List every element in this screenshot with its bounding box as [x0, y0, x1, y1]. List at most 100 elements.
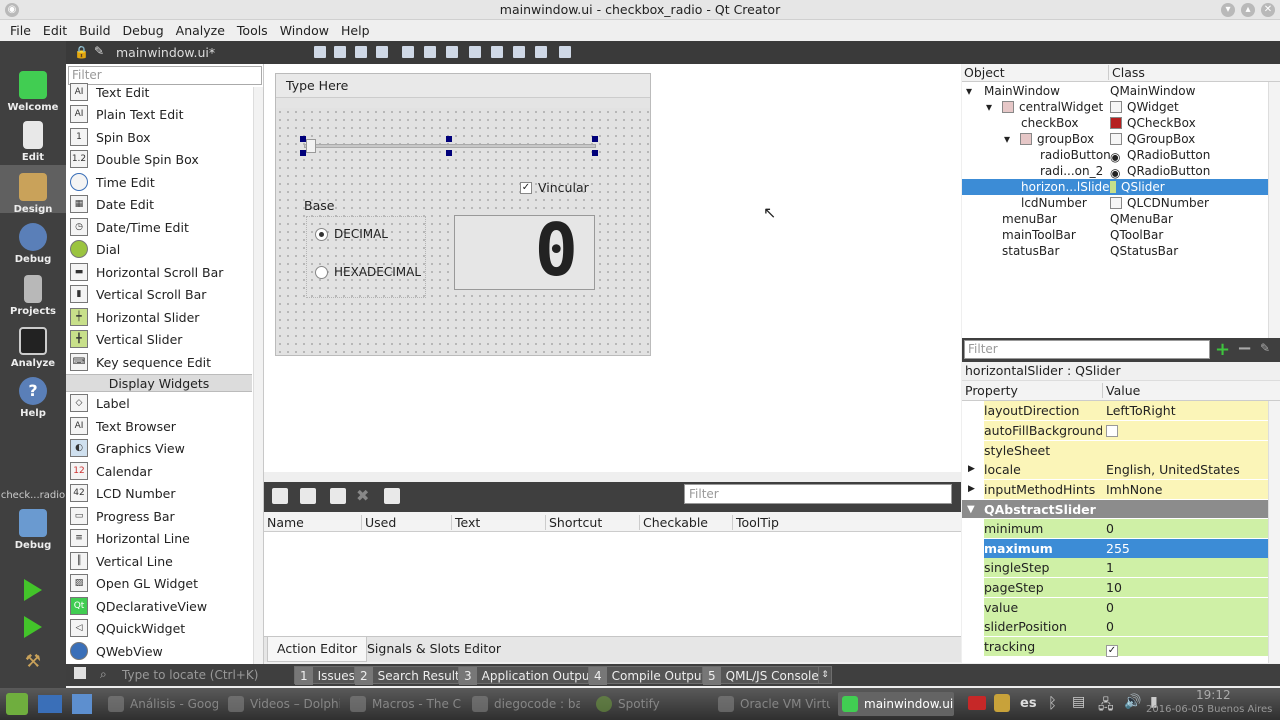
radio-indicator[interactable] [315, 265, 328, 279]
expand-arrow-icon[interactable]: ▶ [968, 460, 975, 479]
clipboard-icon[interactable]: ▤ [1072, 694, 1085, 710]
widget-graphics-view[interactable]: ◐ Graphics View [66, 437, 252, 459]
column-header[interactable]: Text [451, 515, 480, 530]
checkbox-tracking[interactable]: ✓ [1106, 645, 1118, 657]
selection-handle[interactable] [446, 136, 452, 142]
menu-build[interactable]: Build [73, 23, 116, 38]
mode-projects[interactable]: Projects [0, 275, 66, 317]
widget-text-edit[interactable]: AI Text Edit [66, 81, 252, 103]
pane-qml-js-console[interactable]: 5 QML/JS Console [702, 666, 825, 685]
open-document[interactable]: mainwindow.ui* [116, 45, 215, 60]
build-hammer-icon[interactable]: ⚒ [0, 651, 66, 672]
column-header[interactable]: Shortcut [545, 515, 602, 530]
expand-arrow-icon[interactable]: ▾ [986, 99, 992, 115]
task-spotify[interactable]: Spotify [592, 692, 704, 716]
selection-handle[interactable] [300, 136, 306, 142]
layout-vertical-icon[interactable] [424, 46, 436, 58]
widget-qquickwidget[interactable]: ◁ QQuickWidget [66, 617, 252, 639]
property-row[interactable]: pageStep 10 [962, 578, 1268, 597]
tree-row[interactable]: radioButton ◉ QRadioButton [962, 147, 1268, 164]
widget-qwebview[interactable]: QWebView [66, 640, 252, 662]
tree-row[interactable]: checkBox QCheckBox [962, 115, 1268, 131]
menu-analyze[interactable]: Analyze [170, 23, 231, 38]
expand-arrow-icon[interactable]: ▶ [968, 480, 975, 499]
menu-file[interactable]: File [4, 23, 37, 38]
layout-horizontal-icon[interactable] [402, 46, 414, 58]
edit-tab-order-icon[interactable] [376, 46, 388, 58]
column-header[interactable]: Checkable [639, 515, 708, 530]
pane-compile-output[interactable]: 4 Compile Output [588, 666, 713, 685]
keyboard-layout[interactable]: es [1020, 696, 1037, 711]
property-row[interactable]: tracking ✓ [962, 637, 1268, 657]
menu-window[interactable]: Window [274, 23, 335, 38]
form-mainwindow[interactable]: Type Here ✓ Vincular Base DECIMAL HEXADE… [275, 73, 651, 356]
column-header[interactable]: Used [361, 515, 396, 530]
edit-buddies-icon[interactable] [355, 46, 367, 58]
checkbox-vincular[interactable]: ✓ Vincular [520, 180, 589, 195]
widget-key-sequence-edit[interactable]: ⌨ Key sequence Edit [66, 351, 252, 373]
property-row[interactable]: value 0 [962, 598, 1268, 617]
widget-datetime-edit[interactable]: ◷ Date/Time Edit [66, 216, 252, 238]
volume-icon[interactable]: 🔊 [1124, 694, 1141, 710]
selection-handle[interactable] [446, 150, 452, 156]
pane-search-results[interactable]: 2 Search Results [354, 666, 473, 685]
collapse-arrow-icon[interactable]: ▼ [967, 500, 975, 519]
property-row[interactable]: sliderPosition 0 [962, 617, 1268, 636]
form-menubar[interactable]: Type Here [276, 74, 650, 98]
horizontal-slider-groove[interactable] [304, 144, 596, 148]
new-action-icon[interactable] [272, 488, 288, 504]
widgetbox-scrollbar[interactable] [253, 87, 263, 664]
task-virtualbox[interactable]: Oracle VM Virtu [714, 692, 830, 716]
column-header[interactable]: ToolTip [732, 515, 779, 530]
widget-date-edit[interactable]: ▦ Date Edit [66, 193, 252, 215]
expand-arrow-icon[interactable]: ▾ [1004, 131, 1010, 147]
tree-row[interactable]: ▾ centralWidget QWidget [962, 99, 1268, 115]
paste-action-icon[interactable] [330, 488, 346, 504]
menu-edit[interactable]: Edit [37, 23, 73, 38]
mode-design[interactable]: Design [0, 165, 66, 215]
widget-horizontal-slider[interactable]: ┿ Horizontal Slider [66, 306, 252, 328]
task-qtcreator[interactable]: mainwindow.ui [838, 692, 954, 716]
clock-time[interactable]: 19:12 [1196, 688, 1231, 702]
pane-menu-icon[interactable]: ⇕ [818, 666, 832, 684]
menu-help[interactable]: Help [335, 23, 376, 38]
sidebar-toggle-icon[interactable] [74, 667, 86, 679]
column-header[interactable]: Class [1108, 65, 1145, 80]
widget-vertical-slider[interactable]: ╋ Vertical Slider [66, 328, 252, 350]
groupbox-base[interactable]: DECIMAL HEXADECIMAL [306, 216, 426, 298]
widget-qdeclarativeview[interactable]: Qt QDeclarativeView [66, 595, 252, 617]
action-filter-input[interactable]: Filter [684, 484, 952, 504]
shield-icon[interactable] [994, 694, 1010, 712]
layout-grid-icon[interactable] [491, 46, 503, 58]
property-row[interactable]: styleSheet [962, 441, 1268, 460]
property-filter-input[interactable]: Filter [964, 340, 1210, 359]
layout-splitter-h-icon[interactable] [446, 46, 458, 58]
central-widget[interactable]: ✓ Vincular Base DECIMAL HEXADECIMAL 0 [276, 108, 650, 355]
column-header[interactable]: Property [965, 383, 1018, 398]
run-button[interactable] [0, 579, 66, 601]
start-menu-icon[interactable] [6, 693, 28, 715]
debug-run-button[interactable] [0, 616, 66, 638]
add-property-icon[interactable]: + [1215, 339, 1230, 360]
object-inspector-scrollbar[interactable] [1268, 82, 1280, 338]
layout-form-icon[interactable] [513, 46, 525, 58]
close-icon[interactable]: ✕ [1261, 3, 1275, 17]
copy-action-icon[interactable] [300, 488, 316, 504]
property-row[interactable]: layoutDirection LeftToRight [962, 401, 1268, 420]
selection-handle[interactable] [300, 150, 306, 156]
widget-horizontal-line[interactable]: ≡ Horizontal Line [66, 527, 252, 549]
configure-icon[interactable]: ✎ [1260, 341, 1270, 355]
horizontal-slider-handle[interactable] [306, 139, 316, 153]
widget-horizontal-scroll-bar[interactable]: ▬ Horizontal Scroll Bar [66, 261, 252, 283]
edit-widgets-icon[interactable] [314, 46, 326, 58]
expand-arrow-icon[interactable]: ▾ [966, 83, 972, 99]
tree-row[interactable]: menuBar QMenuBar [962, 211, 1268, 227]
tree-row[interactable]: mainToolBar QToolBar [962, 227, 1268, 243]
window-menu-icon[interactable]: ◉ [5, 3, 19, 17]
file-manager-icon[interactable] [72, 694, 92, 714]
widget-spin-box[interactable]: 1 Spin Box [66, 126, 252, 148]
radio-indicator-checked[interactable] [315, 227, 328, 241]
task-dolphin[interactable]: Videos – Dolphin [224, 692, 340, 716]
radio-decimal[interactable]: DECIMAL [315, 227, 388, 241]
property-row[interactable]: singleStep 1 [962, 558, 1268, 577]
